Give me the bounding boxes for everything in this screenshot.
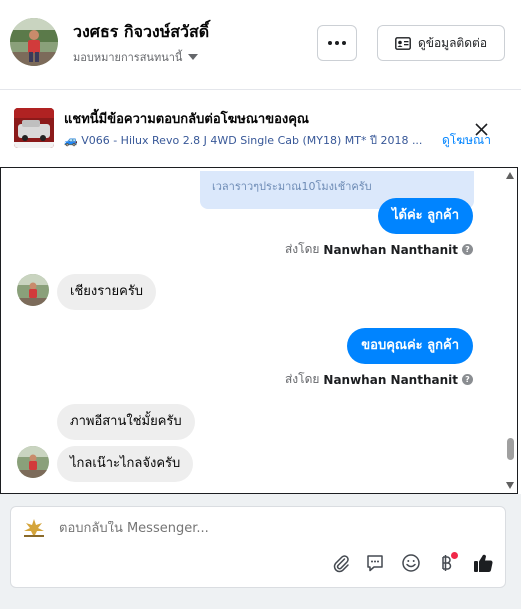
note-text: เวลาราวๆประมาณ10โมงเช้าครับ	[212, 180, 372, 193]
caret-down-icon	[188, 54, 199, 60]
more-options-button[interactable]	[317, 25, 357, 61]
chat-bubble-icon	[367, 555, 383, 572]
scrollbar-thumb[interactable]	[507, 438, 514, 460]
customer-avatar-small	[17, 446, 49, 478]
thumbs-up-icon	[474, 554, 493, 572]
ad-description: 🚙 V066 - Hilux Revo 2.8 J 4WD Single Cab…	[64, 134, 423, 147]
sent-by-line: ส่งโดย Nanwhan Nanthanit ?	[285, 370, 473, 389]
customer-name: วงศธร กิจวงษ์สวัสดิ์	[73, 22, 210, 41]
paperclip-icon	[333, 555, 349, 573]
saved-replies-button[interactable]	[363, 551, 387, 575]
scroll-down-arrow[interactable]	[506, 482, 514, 489]
outgoing-message[interactable]: ได้ค่ะ ลูกค้า	[377, 198, 473, 234]
contact-card-icon	[395, 36, 411, 50]
conversation-header: วงศธร กิจวงษ์สวัสดิ์ มอบหมายการสนทนานี้ …	[0, 0, 521, 90]
help-icon[interactable]: ?	[462, 244, 473, 255]
assign-label: มอบหมายการสนทนานี้	[73, 51, 183, 64]
sender-name: Nanwhan Nanthanit	[323, 372, 458, 387]
like-button[interactable]	[471, 551, 495, 575]
sender-name: Nanwhan Nanthanit	[323, 242, 458, 257]
notification-dot	[451, 552, 458, 559]
customer-avatar-small	[17, 274, 49, 306]
incoming-message[interactable]: ไกลเน๊าะไกลจังครับ	[57, 446, 194, 482]
ad-banner-title: แชทนี้มีข้อความตอบกลับต่อโฆษณาของคุณ	[64, 112, 309, 127]
page-logo-icon	[21, 517, 47, 539]
attach-button[interactable]	[329, 551, 353, 575]
close-icon	[475, 123, 488, 136]
view-contact-label: ดูข้อมูลติดต่อ	[417, 35, 488, 50]
help-icon[interactable]: ?	[462, 374, 473, 385]
more-dots-icon	[328, 41, 346, 45]
reply-input[interactable]	[59, 521, 479, 536]
incoming-message[interactable]: ภาพอีสานใช่มั้ยครับ	[57, 404, 195, 440]
message-thread[interactable]: เวลาราวๆประมาณ10โมงเช้าครับ ได้ค่ะ ลูกค้…	[0, 167, 518, 494]
close-banner-button[interactable]	[475, 121, 488, 140]
incoming-message[interactable]: เชียงรายครับ	[57, 274, 157, 310]
outgoing-message[interactable]: ขอบคุณค่ะ ลูกค้า	[347, 328, 473, 364]
sent-by-label: ส่งโดย	[284, 242, 320, 256]
message-composer	[10, 506, 506, 588]
customer-avatar[interactable]	[10, 18, 58, 66]
payment-button[interactable]	[434, 551, 458, 575]
ad-reply-banner: แชทนี้มีข้อความตอบกลับต่อโฆษณาของคุณ 🚙 V…	[0, 90, 521, 167]
sent-by-label: ส่งโดย	[284, 372, 320, 386]
smiley-icon	[402, 554, 420, 572]
scroll-up-arrow[interactable]	[506, 172, 514, 179]
ad-thumbnail[interactable]	[14, 108, 54, 148]
composer-area	[0, 494, 521, 609]
assign-conversation-dropdown[interactable]: มอบหมายการสนทนานี้	[73, 48, 199, 66]
emoji-button[interactable]	[399, 551, 423, 575]
sent-by-line: ส่งโดย Nanwhan Nanthanit ?	[285, 240, 473, 259]
view-contact-button[interactable]: ดูข้อมูลติดต่อ	[377, 25, 505, 61]
